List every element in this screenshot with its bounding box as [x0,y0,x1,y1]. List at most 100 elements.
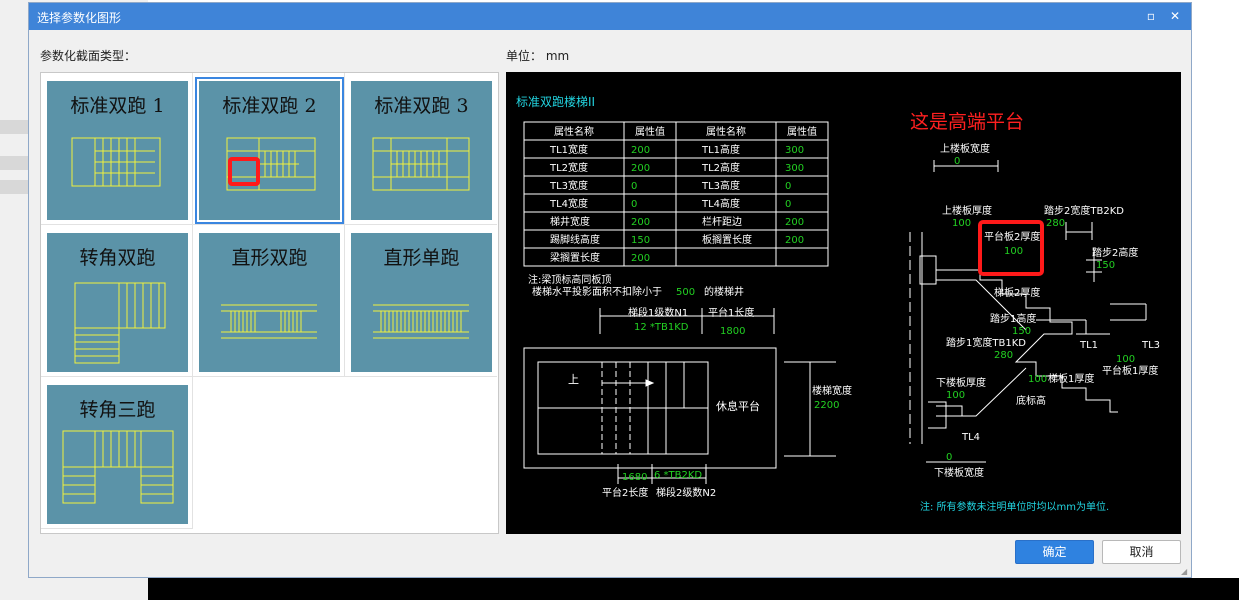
table-cell: 0 [631,181,637,192]
background-stripe [0,156,28,170]
drawing-title: 标准双跑楼梯II [516,94,595,109]
gallery-item-standard-double-2[interactable]: 标准双跑 2 [193,73,345,225]
section-label: 底标高 [1016,394,1046,407]
annotation-text: 这是高端平台 [910,111,1024,133]
stair-plan-icon [226,137,316,191]
gallery-item-standard-double-1[interactable]: 标准双跑 1 [41,73,193,225]
section-value: 100 [1004,246,1023,257]
section-label: 踏步1高度 [990,312,1036,325]
background-stripe [0,120,28,134]
table-cell: 300 [785,145,804,156]
close-icon[interactable]: ✕ [1165,7,1185,25]
plan-label: 梯段2级数N2 [656,486,716,499]
plan-value: 1800 [720,326,745,337]
gallery-item-straight-single[interactable]: 直形单跑 [345,225,497,377]
plan-label: 平台1长度 [708,306,754,319]
note-line: 注:梁顶标高同板顶 [528,273,611,286]
units-note: 注: 所有参数未注明单位时均以mm为单位. [920,500,1109,513]
table-cell: TL2高度 [701,161,740,174]
table-cell: 200 [785,217,804,228]
section-value: 280 [994,350,1013,361]
plan-value: 2200 [814,400,839,411]
section-label: 平台板2厚度 [984,230,1040,243]
table-cell: TL2宽度 [549,161,588,174]
section-label: 踏步2高度 [1092,246,1138,259]
section-value: 150 [1096,260,1115,271]
stair-plan-icon [74,282,166,364]
section-value: 100 [946,390,965,401]
thumbnail-straight-single[interactable]: 直形单跑 [351,233,492,372]
table-header: 属性值 [787,125,817,138]
up-label: 上 [568,373,579,386]
table-cell: TL1宽度 [549,143,588,156]
section-value: 100 [1028,374,1047,385]
section-value: 100 [1116,354,1135,365]
table-cell: 0 [631,199,637,210]
table-cell: 200 [631,145,650,156]
section-value: 0 [954,156,960,167]
table-cell: TL4高度 [701,197,740,210]
table-header: 属性值 [635,125,665,138]
section-value: 150 [1012,326,1031,337]
table-cell: 踢脚线高度 [550,233,600,246]
note-line: 楼梯水平投影面积不扣除小于 [532,285,662,298]
thumbnail-straight-double[interactable]: 直形双跑 [199,233,340,372]
property-table-rows: TL1宽度 200 TL1高度 300 TL2宽度 200 TL2高度 300 … [549,143,804,264]
thumbnail-standard-double-3[interactable]: 标准双跑 3 [351,81,492,220]
parameter-drawing: 标准双跑楼梯II 这是高端平台 属性名称 属性值 属性名称 属性值 TL1宽度 … [506,72,1181,534]
table-cell: 0 [785,181,791,192]
table-cell: TL3高度 [701,179,740,192]
ok-button[interactable]: 确定 [1015,540,1094,564]
restore-icon[interactable]: ▫ [1141,7,1161,25]
property-table-headers: 属性名称 属性值 属性名称 属性值 [554,125,817,138]
plan-label: 平台2长度 [602,486,648,499]
thumbnail-corner-triple[interactable]: 转角三跑 [47,385,188,524]
background-stripe [0,180,28,194]
section-label: 踏步1宽度TB1KD [946,336,1026,349]
gallery-item-corner-double[interactable]: 转角双跑 [41,225,193,377]
plan-label: 梯段1级数N1 [628,306,688,319]
section-label: 下楼板宽度 [934,466,984,479]
section-value: 0 [946,452,952,463]
gallery-item-standard-double-3[interactable]: 标准双跑 3 [345,73,497,225]
table-cell: 栏杆距边 [702,215,742,228]
background-area [1192,0,1239,578]
table-cell: 板搁置长度 [702,233,752,246]
dialog-title: 选择参数化图形 [37,11,122,25]
background-canvas [148,578,1239,600]
thumbnail-standard-double-1[interactable]: 标准双跑 1 [47,81,188,220]
section-label: 下楼板厚度 [936,376,986,389]
stair-plan-lines [523,308,836,484]
section-label: 梯板2厚度 [994,286,1040,299]
section-value: 280 [1046,218,1065,229]
gallery-item-corner-triple[interactable]: 转角三跑 [41,377,193,529]
section-label: 上楼板宽度 [940,142,990,155]
stair-plan-icon [71,137,161,187]
section-value: 100 [952,218,971,229]
gallery-item-straight-double[interactable]: 直形双跑 [193,225,345,377]
stair-plan-icon [62,430,174,504]
stair-section-labels: 上楼板宽度 0 上楼板厚度 100 踏步2宽度TB2KD 280 平台板2厚度 … [934,142,1160,479]
cancel-button[interactable]: 取消 [1102,540,1181,564]
unit-label: 单位： mm [506,49,570,63]
shape-gallery: 标准双跑 1 标准双跑 2 标准双跑 3 转角双跑 直形双跑 直形单跑 转角三跑 [40,72,499,534]
section-label: TL4 [961,432,980,443]
rest-platform-label: 休息平台 [716,399,760,413]
section-types-label: 参数化截面类型： [40,49,137,63]
section-label: 梯板1厚度 [1048,372,1094,385]
plan-value: 12 *TB1KD [634,322,689,333]
table-cell: 0 [785,199,791,210]
thumbnail-corner-double[interactable]: 转角双跑 [47,233,188,372]
note-value: 500 [676,287,695,298]
title-bar: 选择参数化图形 ▫ ✕ [29,3,1191,30]
stair-plan-icon [372,137,470,191]
table-header: 属性名称 [706,125,746,138]
plan-value: 1680 [622,472,647,483]
table-cell: 200 [631,253,650,264]
thumbnail-standard-double-2[interactable]: 标准双跑 2 [195,77,344,224]
resize-grip-icon[interactable]: ◢ [1181,567,1189,576]
table-cell: 150 [631,235,650,246]
section-label: 上楼板厚度 [942,204,992,217]
stair-plan-labels: 梯段1级数N1 12 *TB1KD 平台1长度 1800 上 休息平台 楼梯宽度… [568,306,852,499]
section-label: TL3 [1141,340,1160,351]
